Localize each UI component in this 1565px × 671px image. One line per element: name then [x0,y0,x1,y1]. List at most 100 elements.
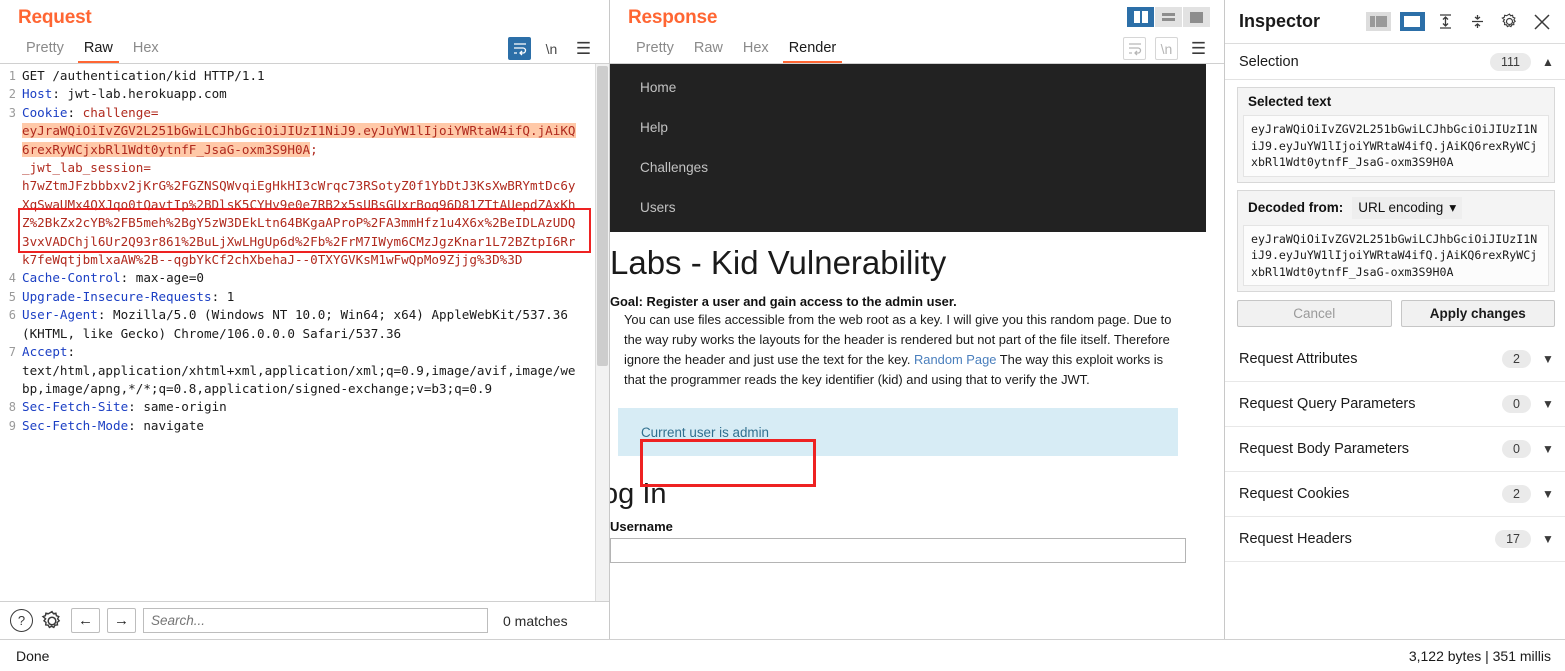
decoded-from-card: Decoded from: URL encoding ▾ eyJraWQiOiI… [1237,189,1555,292]
random-page-link[interactable]: Random Page [914,352,996,367]
cookie-value-jwt[interactable]: eyJraWQiOiIvZGV2L251bGwiLCJhbGciOiJIUzI1… [22,123,576,157]
expand-all-icon[interactable] [1434,10,1457,33]
cookie-equals: = [150,104,159,120]
collapse-all-icon[interactable] [1466,10,1489,33]
chevron-down-icon[interactable]: ▼ [1541,487,1555,501]
request-find-bar: ? ← → 0 matches [0,602,609,639]
cancel-button[interactable]: Cancel [1237,300,1392,327]
username-input[interactable] [610,538,1186,563]
cookie-separator: ; [310,141,318,157]
dock-right-icon[interactable] [1400,12,1425,31]
tab-request-pretty[interactable]: Pretty [16,38,74,63]
response-tab-actions: \n ☰ [1123,37,1224,63]
decoding-select[interactable]: URL encoding ▾ [1352,196,1463,219]
line-number: 4 [8,271,16,286]
gear-icon[interactable] [1498,10,1521,33]
find-next-button[interactable]: → [107,608,136,633]
tab-response-pretty[interactable]: Pretty [626,38,684,63]
cookie-key-challenge: challenge [75,104,151,120]
nav-link-help[interactable]: Help [640,120,1206,135]
search-input[interactable] [143,608,488,633]
chevron-up-icon[interactable]: ▲ [1541,55,1555,69]
request-scrollbar-thumb[interactable] [597,66,608,366]
request-method-path: GET /authentication/kid HTTP/1.1 [22,68,265,83]
line-number: 9 [8,418,16,433]
request-line-9: 9 Sec-Fetch-Mode: navigate [0,417,609,435]
section-count-badge: 2 [1502,485,1531,503]
request-raw-text[interactable]: 1 GET /authentication/kid HTTP/1.1 2 Hos… [0,64,609,435]
cookie-value-session[interactable]: h7wZtmJFzbbbxv2jKrG%2FGZNSQWvqiEgHkHI3cW… [22,178,576,267]
inspector-title: Inspector [1239,11,1321,31]
section-label: Request Cookies [1239,486,1350,502]
word-wrap-icon[interactable] [1123,37,1146,60]
selection-section-header[interactable]: Selection 111 ▲ [1225,44,1565,80]
section-request-query-parameters[interactable]: Request Query Parameters 0 ▼ [1225,382,1565,427]
request-line-3: 3 Cookie: challenge= eyJraWQiOiIvZGV2L251… [0,104,609,270]
request-editor[interactable]: 1 GET /authentication/kid HTTP/1.1 2 Hos… [0,63,609,602]
section-request-body-parameters[interactable]: Request Body Parameters 0 ▼ [1225,427,1565,472]
line-number: 2 [8,87,16,102]
apply-changes-button[interactable]: Apply changes [1400,300,1555,327]
side-by-side-view-icon[interactable] [1127,7,1154,27]
tab-response-hex[interactable]: Hex [733,38,779,63]
tab-response-raw[interactable]: Raw [684,38,733,63]
inspector-pane: Inspector Selection 111 ▲ Selected text … [1225,0,1565,639]
request-panel-title: Request [18,7,92,28]
current-user-status: Current user is admin [641,424,770,440]
close-icon[interactable] [1530,10,1553,33]
menu-icon[interactable]: ☰ [1187,37,1210,60]
section-label: Request Attributes [1239,351,1358,367]
chevron-down-icon[interactable]: ▼ [1541,532,1555,546]
dock-left-icon[interactable] [1366,12,1391,31]
section-request-headers[interactable]: Request Headers 17 ▼ [1225,517,1565,562]
decoded-text-value[interactable]: eyJraWQiOiIvZGV2L251bGwiLCJhbGciOiJIUzI1… [1243,224,1549,286]
status-alert-box: Current user is admin [618,408,1178,456]
chevron-down-icon[interactable]: ▼ [1541,352,1555,366]
chevron-down-icon: ▾ [1449,199,1457,215]
chevron-down-icon[interactable]: ▼ [1541,442,1555,456]
line-number: 5 [8,289,16,304]
inspector-header: Inspector [1225,0,1565,44]
selected-text-value[interactable]: eyJraWQiOiIvZGV2L251bGwiLCJhbGciOiJIUzI1… [1243,115,1549,177]
single-view-icon[interactable] [1183,7,1210,27]
show-newline-icon[interactable]: \n [1155,37,1178,60]
line-number: 8 [8,400,16,415]
tab-request-hex[interactable]: Hex [123,38,169,63]
menu-icon[interactable]: ☰ [572,37,595,60]
header-value-sec-fetch-mode: navigate [135,417,204,433]
section-label: Request Headers [1239,531,1352,547]
word-wrap-icon[interactable] [508,37,531,60]
response-render-area[interactable]: Home Help Challenges Users Labs - Kid Vu… [610,63,1224,639]
section-count-badge: 17 [1495,530,1531,548]
request-line-2: 2 Host: jwt-lab.herokuapp.com [0,85,609,103]
stacked-view-icon[interactable] [1155,7,1182,27]
nav-link-users[interactable]: Users [640,200,1206,215]
decoding-selected-value: URL encoding [1358,200,1444,215]
show-newline-icon[interactable]: \n [540,37,563,60]
login-heading: og In [610,478,667,510]
chevron-down-icon[interactable]: ▼ [1541,397,1555,411]
site-body: Labs - Kid Vulnerability Goal: Register … [610,232,1206,563]
inspector-header-icons [1366,10,1553,33]
tab-response-render[interactable]: Render [779,38,847,63]
header-value-cache-control: max-age=0 [128,270,204,286]
tab-request-raw[interactable]: Raw [74,38,123,63]
section-request-cookies[interactable]: Request Cookies 2 ▼ [1225,472,1565,517]
nav-link-challenges[interactable]: Challenges [640,160,1206,175]
gear-icon[interactable] [40,609,64,633]
panes-container: Request Pretty Raw Hex \n ☰ 1 GET /authe… [0,0,1565,639]
help-icon[interactable]: ? [10,609,33,632]
inspector-action-buttons: Cancel Apply changes [1225,292,1565,337]
header-name-cache-control: Cache-Control [22,270,121,286]
section-request-attributes[interactable]: Request Attributes 2 ▼ [1225,337,1565,382]
header-name-sec-fetch-mode: Sec-Fetch-Mode [22,417,129,433]
section-label: Request Query Parameters [1239,396,1416,412]
header-name-upgrade-insecure: Upgrade-Insecure-Requests [22,288,212,304]
request-tab-actions: \n ☰ [508,37,609,63]
find-previous-button[interactable]: ← [71,608,100,633]
section-label: Request Body Parameters [1239,441,1410,457]
request-line-5: 5 Upgrade-Insecure-Requests: 1 [0,288,609,306]
request-scrollbar[interactable] [595,64,609,601]
request-line-7: 7 Accept: text/html,application/xhtml+xml… [0,343,609,398]
nav-link-home[interactable]: Home [640,80,1206,95]
